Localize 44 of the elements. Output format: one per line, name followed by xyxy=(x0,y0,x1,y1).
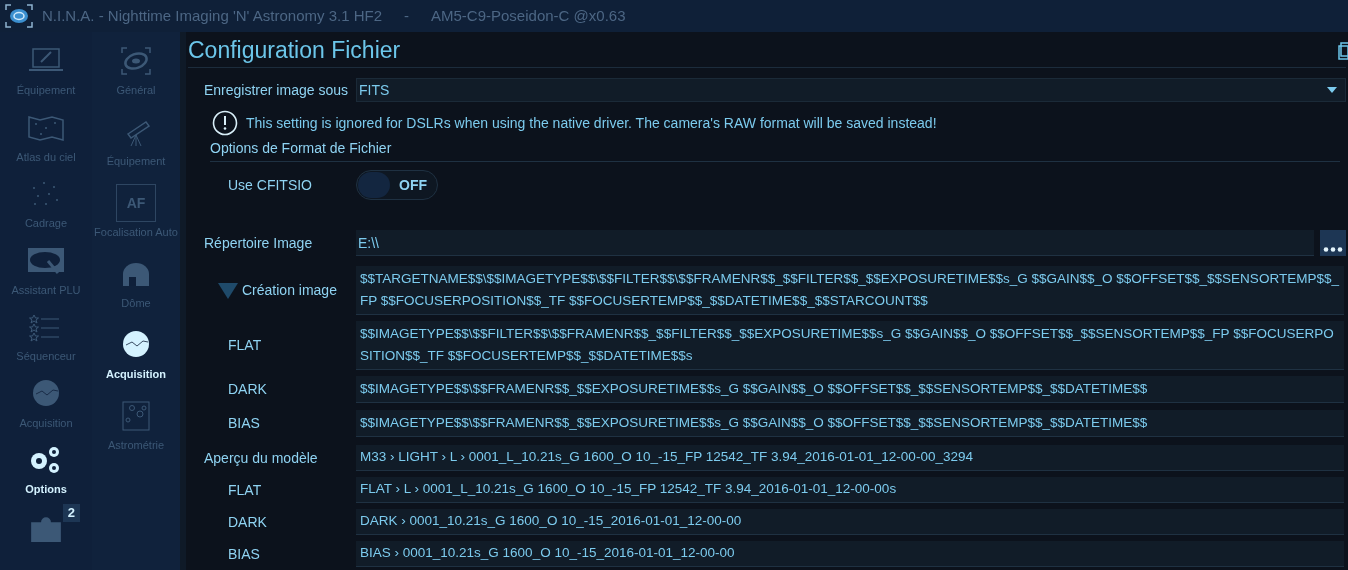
nav-item[interactable]: Options xyxy=(0,437,92,504)
preview-field: FLAT › L › 0001_L_10.21s_G 1600_O 10_-15_FP 12542_TF 3.94_2016-01-01_12-00-00s xyxy=(356,477,1344,503)
field-label: Enregistrer image sous xyxy=(204,80,348,100)
warning-message: This setting is ignored for DSLRs when using the native driver. The camera's RAW format will be saved instead! xyxy=(246,113,937,133)
nav-item[interactable]: Cadrage xyxy=(0,171,92,238)
preview-field: M33 › LIGHT › L › 0001_L_10.21s_G 1600_O 10_-15_FP 12542_TF 3.94_2016-01-01_12-00-00_3294 xyxy=(356,445,1344,471)
nav-item[interactable]: Équipement xyxy=(92,109,180,180)
nav-item[interactable]: AF Focalisation Auto xyxy=(92,180,180,251)
af-icon: AF xyxy=(116,184,156,222)
nav-item[interactable]: Dôme xyxy=(92,251,180,322)
toggle-switch[interactable]: OFF xyxy=(356,170,438,200)
field-label: FLAT xyxy=(228,480,262,500)
pattern-field[interactable]: $$IMAGETYPE$$\$$FILTER$$\$$FRAMENR$$_$$FILTER$$_$$EXPOSURETIME$$s_G $$GAIN$$_O $$OFFSET$$_$$SENSORTEMP$$_FP $$FOCUSERPOSITION$$_TF $$FOCUSERTEMP$$_$$DATETIME$$s xyxy=(356,321,1344,370)
section-heading: Options de Format de Fichier xyxy=(210,140,392,156)
preview-field: BIAS › 0001_10.21s_G 1600_O 10_-15_2016-01-01_12-00-00 xyxy=(356,541,1344,567)
field-label: DARK xyxy=(228,380,267,399)
field-label: BIAS xyxy=(228,414,260,433)
nav-item[interactable]: Acquisition xyxy=(92,322,180,393)
field-label: BIAS xyxy=(228,544,260,564)
nav-item[interactable]: Général xyxy=(92,38,180,109)
window-title: N.I.N.A. - Nighttime Imaging 'N' Astronomy 3.1 HF2 xyxy=(42,5,382,26)
field-label: DARK xyxy=(228,512,267,532)
pattern-field[interactable]: $$IMAGETYPE$$\$$FRAMENR$$_$$EXPOSURETIME$$s_G $$GAIN$$_O $$OFFSET$$_$$SENSORTEMP$$_$$DATETIME$$ xyxy=(356,410,1344,437)
field-label: FLAT xyxy=(228,336,262,355)
nav-item[interactable]: Assistant PLU xyxy=(0,237,92,304)
directory-field[interactable]: E:\\ xyxy=(356,230,1314,256)
nav-item[interactable]: Séquenceur xyxy=(0,304,92,371)
profile-name: AM5-C9-Poseidon-C @x0.63 xyxy=(431,5,626,26)
field-label: Répertoire Image xyxy=(204,233,313,253)
preview-field: DARK › 0001_10.21s_G 1600_O 10_-15_2016-01-01_12-00-00 xyxy=(356,509,1344,535)
pattern-field[interactable]: $$TARGETNAME$$\$$IMAGETYPE$$\$$FILTER$$\$$FRAMENR$$_$$FILTER$$_$$EXPOSURETIME$$s_G $$GAIN$$_O $$OFFSET$$_$$SENSORTEMP$$_FP $$FOCUSERPOSITION$$_TF $$FOCUSERTEMP$$_$$DATETIME$$_$$STARCOUNT$$ xyxy=(356,266,1344,315)
field-label: Création image xyxy=(242,281,337,300)
nav-item[interactable]: Atlas du ciel xyxy=(0,104,92,171)
nav-item[interactable]: Acquisition xyxy=(0,370,92,437)
nav-item[interactable]: Équipement xyxy=(0,38,92,105)
page-title: Configuration Fichier xyxy=(188,39,401,62)
field-label: Use CFITSIO xyxy=(228,175,312,195)
pattern-field[interactable]: $$IMAGETYPE$$\$$FRAMENR$$_$$EXPOSURETIME$$s_G $$GAIN$$_O $$OFFSET$$_$$SENSORTEMP$$_$$DATETIME$$ xyxy=(356,376,1344,403)
format-dropdown[interactable]: FITS xyxy=(356,78,1346,102)
count-badge: 2 xyxy=(62,503,80,522)
title-separator: - xyxy=(404,5,409,26)
nav-item[interactable]: Astrométrie xyxy=(92,393,180,464)
field-label: Aperçu du modèle xyxy=(204,448,318,468)
nav-item[interactable]: 2 xyxy=(0,503,92,570)
